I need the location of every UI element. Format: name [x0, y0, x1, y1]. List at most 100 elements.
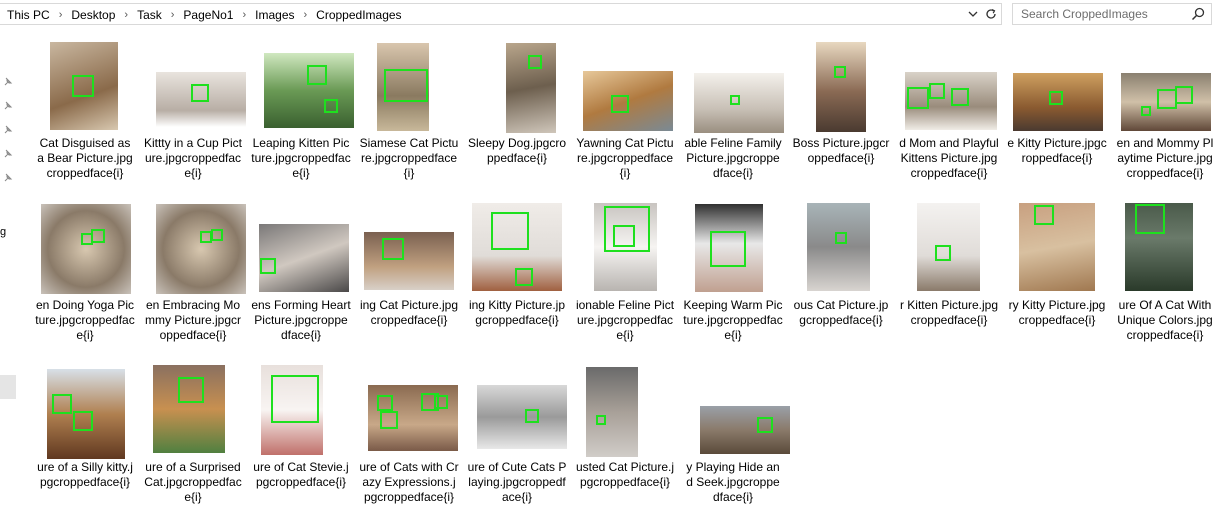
address-bar[interactable]: This PC › Desktop › Task › PageNo1 › Ima… [0, 3, 1002, 25]
image-thumbnail[interactable] [1019, 203, 1095, 291]
search-placeholder: Search CroppedImages [1021, 7, 1148, 21]
chevron-right-icon[interactable]: › [242, 9, 246, 21]
chevron-right-icon[interactable]: › [59, 9, 63, 21]
thumbnail-area [251, 361, 351, 459]
pin-icon[interactable] [2, 100, 14, 112]
breadcrumb-pageno1[interactable]: PageNo1 [182, 8, 234, 22]
thumbnail-area [1007, 199, 1107, 297]
chevron-right-icon[interactable]: › [171, 9, 175, 21]
image-thumbnail[interactable] [264, 53, 354, 128]
face-box [491, 212, 529, 250]
image-thumbnail[interactable] [594, 203, 657, 291]
face-box [260, 258, 276, 274]
thumbnail-area [1115, 199, 1215, 297]
face-box [730, 95, 740, 105]
image-thumbnail[interactable] [156, 204, 246, 294]
thumbnail-area [1115, 37, 1215, 135]
face-box [596, 415, 606, 425]
thumbnail-area [575, 199, 675, 297]
chevron-right-icon[interactable]: › [304, 9, 308, 21]
pin-icon[interactable] [2, 172, 14, 184]
image-thumbnail[interactable] [472, 203, 562, 291]
face-box [1175, 86, 1193, 104]
thumbnail-area [575, 37, 675, 135]
pin-icon[interactable] [2, 148, 14, 160]
thumbnail-area [359, 199, 459, 297]
image-thumbnail[interactable] [700, 406, 790, 454]
file-name: ure of Cute Cats Playing.jpgcroppedface{… [467, 460, 567, 504]
face-box [91, 229, 105, 243]
breadcrumb-task[interactable]: Task [136, 8, 163, 22]
image-thumbnail[interactable] [695, 204, 763, 292]
file-name: Kittty in a Cup Picture.jpgcroppedface{i… [143, 136, 243, 180]
thumbnail-area [359, 361, 459, 459]
refresh-icon[interactable] [982, 4, 1000, 24]
file-name: Boss Picture.jpgcroppedface{i} [792, 136, 890, 165]
breadcrumb-this-pc[interactable]: This PC [6, 8, 51, 22]
image-thumbnail[interactable] [41, 204, 131, 294]
navigation-pane: g [0, 30, 18, 530]
face-box [528, 55, 542, 69]
face-box [1034, 205, 1054, 225]
breadcrumb-croppedimages[interactable]: CroppedImages [315, 8, 402, 22]
pin-icon[interactable] [2, 76, 14, 88]
image-thumbnail[interactable] [1013, 73, 1103, 131]
file-name: Yawning Cat Picture.jpgcroppedface{i} [576, 136, 674, 180]
image-thumbnail[interactable] [1125, 203, 1193, 291]
thumbnail-area [467, 361, 567, 459]
file-name: ing Cat Picture.jpgcroppedface{i} [359, 298, 459, 327]
file-name: ry Kitty Picture.jpgcroppedface{i} [1008, 298, 1106, 327]
face-box [710, 231, 746, 267]
image-thumbnail[interactable] [261, 365, 323, 455]
thumbnail-area [143, 199, 246, 297]
thumbnail-area [683, 199, 783, 297]
file-name: ing Kitty Picture.jpgcroppedface{i} [468, 298, 566, 327]
image-thumbnail[interactable] [506, 43, 556, 133]
image-thumbnail[interactable] [807, 203, 870, 291]
image-thumbnail[interactable] [259, 224, 349, 292]
search-input[interactable]: Search CroppedImages [1012, 3, 1212, 25]
file-name: Sleepy Dog.jpgcroppedface{i} [467, 136, 567, 165]
face-box [525, 409, 539, 423]
face-box [377, 395, 393, 411]
nav-item-label[interactable]: g [0, 226, 6, 238]
file-name: y Playing Hide and Seek.jpgcroppedface{i… [686, 460, 780, 504]
thumbnail-area [359, 37, 459, 135]
image-thumbnail[interactable] [1121, 73, 1211, 131]
face-box [324, 99, 338, 113]
image-thumbnail[interactable] [368, 385, 458, 451]
image-thumbnail[interactable] [694, 73, 784, 133]
image-thumbnail[interactable] [586, 367, 638, 457]
image-thumbnail[interactable] [917, 203, 980, 291]
nav-item-selected[interactable] [0, 375, 16, 399]
face-box [1157, 89, 1177, 109]
image-thumbnail[interactable] [477, 385, 567, 449]
pin-icon[interactable] [2, 124, 14, 136]
image-thumbnail[interactable] [153, 365, 225, 453]
file-name: ure of a Silly kitty.jpgcroppedface{i} [37, 460, 133, 489]
image-thumbnail[interactable] [50, 42, 118, 130]
face-box [613, 225, 635, 247]
breadcrumb-desktop[interactable]: Desktop [70, 8, 116, 22]
file-name: able Feline Family Picture.jpgcroppedfac… [684, 136, 782, 180]
breadcrumb-images[interactable]: Images [254, 8, 295, 22]
thumbnail-area [251, 199, 351, 297]
face-box [907, 87, 929, 109]
image-thumbnail[interactable] [905, 72, 997, 130]
image-thumbnail[interactable] [816, 42, 866, 132]
chevron-down-icon[interactable] [964, 4, 982, 24]
image-thumbnail[interactable] [156, 72, 246, 127]
thumbnail-area [575, 361, 675, 459]
search-icon[interactable] [1191, 7, 1205, 21]
file-name: ure of a Surprised Cat.jpgcroppedface{i} [144, 460, 242, 504]
thumbnail-area [899, 199, 999, 297]
image-thumbnail[interactable] [583, 71, 673, 131]
face-box [434, 395, 448, 409]
chevron-right-icon[interactable]: › [124, 9, 128, 21]
face-box [951, 88, 969, 106]
face-box [380, 411, 398, 429]
file-name: usted Cat Picture.jpgcroppedface{i} [575, 460, 675, 489]
image-thumbnail[interactable] [47, 369, 125, 459]
image-thumbnail[interactable] [364, 232, 454, 290]
image-thumbnail[interactable] [377, 43, 429, 131]
